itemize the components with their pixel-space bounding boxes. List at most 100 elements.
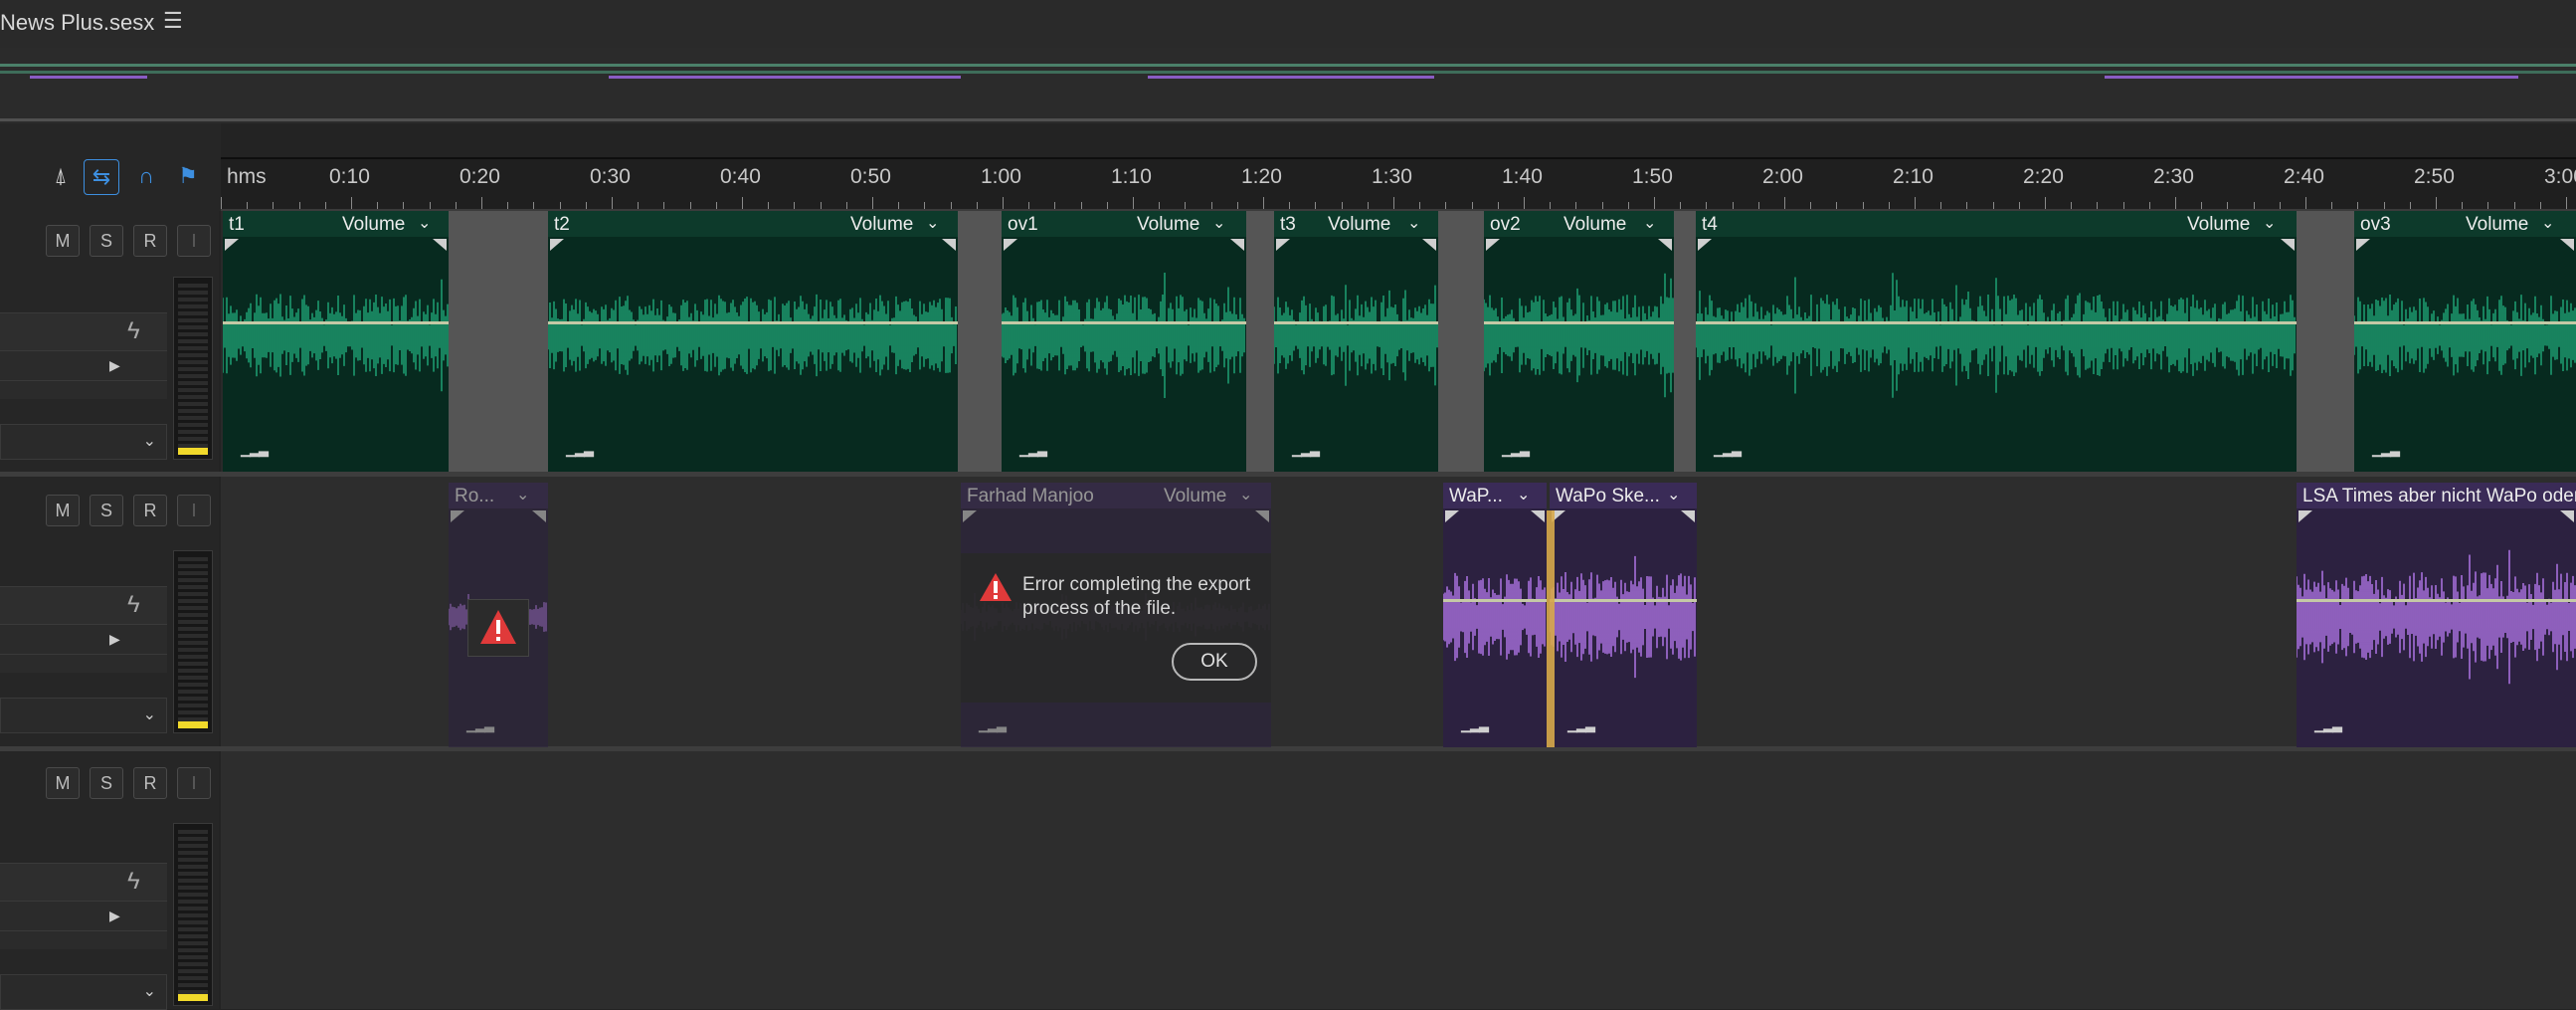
time-select-tool-icon[interactable]: ⇆	[84, 159, 119, 195]
clip-header[interactable]: t4 Volume ⌄	[1696, 211, 2297, 237]
fade-in-handle[interactable]	[451, 510, 464, 522]
audio-clip[interactable]: WaPo Ske... ⌄ ▁▂▃	[1550, 483, 1697, 747]
mute-button[interactable]: M	[46, 495, 80, 526]
clip-header[interactable]: t3 Volume ⌄	[1274, 211, 1438, 237]
clip-header[interactable]: LSA Times aber nicht WaPo oder NYT	[2297, 483, 2576, 508]
volume-envelope[interactable]	[1274, 321, 1438, 324]
record-arm-button[interactable]: R	[133, 495, 167, 526]
clip-header[interactable]: ov1 Volume ⌄	[1002, 211, 1246, 237]
lightning-icon[interactable]: ϟ	[127, 868, 140, 896]
volume-envelope[interactable]	[1696, 321, 2297, 324]
chevron-down-icon[interactable]: ⌄	[1643, 213, 1656, 233]
effects-subrow[interactable]: ▶	[0, 901, 167, 931]
play-triangle-icon[interactable]: ▶	[109, 631, 120, 648]
metronome-icon[interactable]: ⍋	[44, 159, 78, 193]
fade-out-handle[interactable]	[2560, 239, 2574, 251]
clip-header[interactable]: ov3 Volume ⌄	[2354, 211, 2576, 237]
clip-header[interactable]: t2 Volume ⌄	[548, 211, 958, 237]
play-triangle-icon[interactable]: ▶	[109, 908, 120, 924]
audio-clip[interactable]: t4 Volume ⌄ ▁▂▃	[1696, 211, 2297, 472]
hamburger-menu-icon[interactable]: ☰	[163, 8, 183, 34]
fade-out-handle[interactable]	[532, 510, 546, 522]
fade-in-handle[interactable]	[1004, 239, 1017, 251]
fade-in-handle[interactable]	[1486, 239, 1500, 251]
fade-in-handle[interactable]	[1276, 239, 1290, 251]
session-overview[interactable]	[0, 48, 2576, 123]
output-select[interactable]: ⌄	[0, 974, 167, 1010]
effects-row[interactable]: ϟ	[0, 863, 167, 902]
fade-out-handle[interactable]	[1422, 239, 1436, 251]
mute-button[interactable]: M	[46, 225, 80, 257]
track-lane-2[interactable]	[221, 477, 2576, 746]
clip-volume-label[interactable]: Volume	[2466, 214, 2528, 236]
audio-clip[interactable]: WaP... ⌄ ▁▂▃	[1443, 483, 1547, 747]
audio-clip[interactable]: ov2 Volume ⌄ ▁▂▃	[1484, 211, 1674, 472]
audio-clip[interactable]: t3 Volume ⌄ ▁▂▃	[1274, 211, 1438, 472]
solo-button[interactable]: S	[90, 225, 123, 257]
audio-clip[interactable]: t2 Volume ⌄ ▁▂▃	[548, 211, 958, 472]
fade-in-handle[interactable]	[1698, 239, 1712, 251]
fade-in-handle[interactable]	[1445, 510, 1459, 522]
solo-button[interactable]: S	[90, 495, 123, 526]
chevron-down-icon[interactable]: ⌄	[1667, 485, 1680, 505]
effects-subrow[interactable]: ▶	[0, 624, 167, 655]
chevron-down-icon[interactable]: ⌄	[2541, 213, 2554, 233]
audio-clip[interactable]: LSA Times aber nicht WaPo oder NYT ▁▂▃	[2297, 483, 2576, 747]
fade-in-handle[interactable]	[550, 239, 564, 251]
fade-in-handle[interactable]	[963, 510, 977, 522]
track-lane-3[interactable]	[221, 751, 2576, 1009]
lightning-icon[interactable]: ϟ	[127, 317, 140, 345]
volume-envelope[interactable]	[1443, 599, 1547, 602]
volume-envelope[interactable]	[1484, 321, 1674, 324]
time-ruler[interactable]: hms 0:10 0:20 0:30 0:40 0:50 1:00 1:10 1:20 1:30…	[221, 157, 2576, 211]
fade-in-handle[interactable]	[2356, 239, 2370, 251]
fade-out-handle[interactable]	[433, 239, 447, 251]
clip-volume-label[interactable]: Volume	[1164, 486, 1226, 507]
fade-in-handle[interactable]	[2299, 510, 2312, 522]
audio-clip[interactable]: ov3 Volume ⌄ ▁▂▃	[2354, 211, 2576, 472]
clip-header[interactable]: ov2 Volume ⌄	[1484, 211, 1674, 237]
fade-out-handle[interactable]	[942, 239, 956, 251]
clip-header[interactable]: WaPo Ske... ⌄	[1550, 483, 1697, 508]
clip-header[interactable]: WaP... ⌄	[1443, 483, 1547, 508]
chevron-down-icon[interactable]: ⌄	[1212, 213, 1225, 233]
chevron-down-icon[interactable]: ⌄	[516, 485, 529, 505]
play-triangle-icon[interactable]: ▶	[109, 357, 120, 374]
volume-envelope[interactable]	[1002, 321, 1246, 324]
fade-out-handle[interactable]	[1230, 239, 1244, 251]
effects-row[interactable]: ϟ	[0, 312, 167, 351]
fade-out-handle[interactable]	[1531, 510, 1545, 522]
clip-volume-label[interactable]: Volume	[342, 214, 405, 236]
chevron-down-icon[interactable]: ⌄	[2263, 213, 2276, 233]
snap-magnet-icon[interactable]: ∩	[129, 159, 163, 193]
clip-header[interactable]: Ro... ⌄	[449, 483, 548, 508]
chevron-down-icon[interactable]: ⌄	[418, 213, 431, 233]
solo-button[interactable]: S	[90, 767, 123, 799]
clip-header[interactable]: Farhad Manjoo Volume ⌄	[961, 483, 1271, 508]
clip-volume-label[interactable]: Volume	[850, 214, 913, 236]
mute-button[interactable]: M	[46, 767, 80, 799]
volume-envelope[interactable]	[2354, 321, 2576, 324]
input-monitor-button[interactable]: I	[177, 225, 211, 257]
clip-header[interactable]: t1 Volume ⌄	[223, 211, 449, 237]
chevron-down-icon[interactable]: ⌄	[926, 213, 939, 233]
ok-button[interactable]: OK	[1172, 643, 1257, 681]
input-monitor-button[interactable]: I	[177, 495, 211, 526]
clip-boundary-handle[interactable]	[1547, 510, 1555, 747]
audio-clip[interactable]: t1 Volume ⌄ ▁▂▃	[223, 211, 449, 472]
clip-volume-label[interactable]: Volume	[1328, 214, 1390, 236]
marker-flag-icon[interactable]: ⚑	[171, 159, 205, 193]
fade-out-handle[interactable]	[2281, 239, 2295, 251]
output-select[interactable]: ⌄	[0, 424, 167, 460]
fade-out-handle[interactable]	[1255, 510, 1269, 522]
volume-envelope[interactable]	[2297, 599, 2576, 602]
clip-volume-label[interactable]: Volume	[2187, 214, 2250, 236]
fade-out-handle[interactable]	[1658, 239, 1672, 251]
chevron-down-icon[interactable]: ⌄	[1517, 485, 1530, 505]
chevron-down-icon[interactable]: ⌄	[1239, 485, 1252, 505]
fade-out-handle[interactable]	[1681, 510, 1695, 522]
volume-envelope[interactable]	[548, 321, 958, 324]
volume-envelope[interactable]	[1550, 599, 1697, 602]
volume-envelope[interactable]	[223, 321, 449, 324]
output-select[interactable]: ⌄	[0, 698, 167, 733]
